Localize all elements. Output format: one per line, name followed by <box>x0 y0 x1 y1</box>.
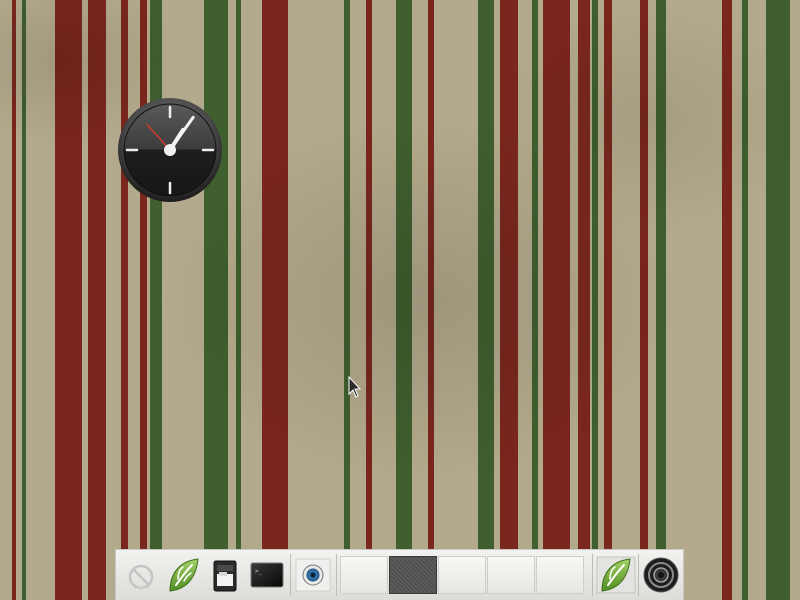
speaker-icon <box>643 557 679 593</box>
leaf-logo-icon <box>596 556 636 594</box>
menu-button[interactable] <box>164 555 202 595</box>
workspace-5[interactable] <box>536 556 584 594</box>
terminal-button[interactable]: >_ <box>248 555 286 595</box>
terminal-icon: >_ <box>250 562 284 588</box>
arrow-pointer-icon <box>348 375 364 400</box>
leaf-logo-icon <box>169 558 199 592</box>
dock-separator <box>638 554 639 596</box>
power-icon <box>128 564 154 590</box>
dock-separator <box>290 554 291 596</box>
workspace-4[interactable] <box>487 556 535 594</box>
svg-text:>_: >_ <box>255 568 263 575</box>
workspace-1[interactable] <box>340 556 388 594</box>
file-manager-icon <box>213 560 237 592</box>
wallpaper-texture <box>0 0 800 600</box>
file-manager-button[interactable] <box>210 555 240 595</box>
clock-icon <box>118 98 222 202</box>
dock-separator <box>592 554 593 596</box>
web-browser-button[interactable] <box>294 555 332 595</box>
clock-widget[interactable] <box>116 96 224 204</box>
dock-separator <box>336 554 337 596</box>
workspace-3[interactable] <box>438 556 486 594</box>
audio-button[interactable] <box>641 555 681 595</box>
globe-icon <box>295 558 331 592</box>
dock-panel: >_ <box>115 549 684 600</box>
shutdown-button[interactable] <box>124 555 158 595</box>
desktop: >_ <box>0 0 800 600</box>
menu-leaf-button[interactable] <box>596 555 636 595</box>
workspace-2[interactable] <box>389 556 437 594</box>
